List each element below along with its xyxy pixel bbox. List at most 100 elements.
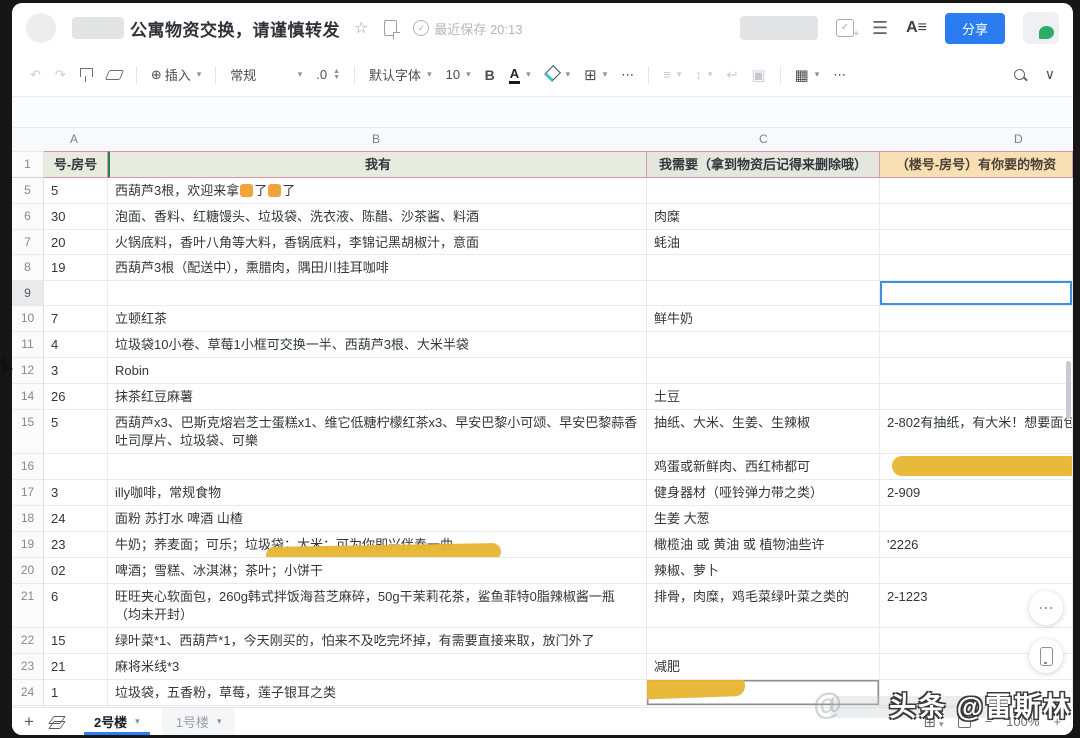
cell-d11[interactable]: [880, 332, 1073, 358]
cell-c14[interactable]: 土豆: [647, 384, 880, 410]
cell-b18[interactable]: 面粉 苏打水 啤酒 山楂: [108, 506, 647, 532]
text-style-icon[interactable]: A≡: [906, 19, 927, 37]
column-header-a[interactable]: A: [70, 132, 78, 146]
task-add-icon[interactable]: ✓: [836, 19, 854, 37]
cell-d18[interactable]: [880, 506, 1073, 532]
cell-c20[interactable]: 辣椒、萝卜: [647, 558, 880, 584]
cell-d10[interactable]: [880, 306, 1073, 332]
search-icon[interactable]: [1014, 69, 1025, 80]
fill-color-button[interactable]: ▾: [545, 67, 571, 82]
cell-c21[interactable]: 排骨，肉糜，鸡毛菜绿叶菜之类的: [647, 584, 880, 629]
cell-c17[interactable]: 健身器材（哑铃弹力带之类）: [647, 480, 880, 506]
cell-a5[interactable]: 5: [44, 178, 108, 204]
cell-c16[interactable]: 鸡蛋或新鲜肉、西红柿都可: [647, 454, 880, 480]
cell-b12[interactable]: Robin: [108, 358, 647, 384]
cell-d15[interactable]: 2-802有抽纸，有大米！想要面包: [880, 410, 1073, 455]
cell-a23[interactable]: 21: [44, 654, 108, 680]
cell-c7[interactable]: 蚝油: [647, 230, 880, 256]
cell-c23[interactable]: 减肥: [647, 654, 880, 680]
cell-c22[interactable]: [647, 628, 880, 654]
vertical-align-button[interactable]: ↕▾: [695, 67, 712, 82]
cell-c5[interactable]: [647, 178, 880, 204]
chart-button[interactable]: ▦▾: [795, 66, 820, 84]
cell-b11[interactable]: 垃圾袋10小卷、草莓1小框可交换一半、西葫芦3根、大米半袋: [108, 332, 647, 358]
undo-icon[interactable]: ↶: [30, 67, 41, 83]
cell-d9[interactable]: [880, 281, 1073, 306]
cell-d17[interactable]: 2-909: [880, 480, 1073, 506]
mobile-view-fab[interactable]: [1029, 639, 1063, 673]
cell-b21[interactable]: 旺旺夹心软面包，260g韩式拌饭海苔芝麻碎，50g干茉莉花茶，鲨鱼菲特0脂辣椒酱…: [108, 584, 647, 629]
cell-a17[interactable]: 3: [44, 480, 108, 506]
borders-button[interactable]: ⊞▾: [584, 66, 607, 84]
cell-a10[interactable]: 7: [44, 306, 108, 332]
sheet-list-icon[interactable]: [50, 716, 62, 728]
menu-icon[interactable]: ☰: [872, 18, 888, 39]
cell-b19[interactable]: 牛奶；荞麦面；可乐；垃圾袋；大米；可为你即兴伴奏一曲: [108, 532, 647, 558]
cell-b14[interactable]: 抹茶红豆麻薯: [108, 384, 647, 410]
header-cell-ineed[interactable]: 我需要（拿到物资后记得来删除哦）: [647, 151, 880, 178]
align-button[interactable]: ≡▾: [663, 67, 681, 82]
more-actions-fab[interactable]: ⋯: [1029, 591, 1063, 625]
cell-a16[interactable]: [44, 454, 108, 480]
cell-c11[interactable]: [647, 332, 880, 358]
cell-a19[interactable]: 23: [44, 532, 108, 558]
cell-c9[interactable]: [647, 281, 880, 306]
cell-a22[interactable]: 15: [44, 628, 108, 654]
cell-a15[interactable]: 5: [44, 410, 108, 455]
cell-d7[interactable]: [880, 230, 1073, 256]
cell-c10[interactable]: 鲜牛奶: [647, 306, 880, 332]
eraser-icon[interactable]: [107, 70, 122, 80]
share-button[interactable]: 分享: [945, 13, 1005, 44]
font-size-select[interactable]: 10▾: [446, 67, 471, 82]
cell-d6[interactable]: [880, 204, 1073, 230]
cell-b24[interactable]: 垃圾袋，五香粉，草莓，莲子银耳之类: [108, 680, 647, 706]
vertical-scrollbar[interactable]: [1066, 361, 1071, 419]
cell-a12[interactable]: 3: [44, 358, 108, 384]
cell-b9[interactable]: [108, 281, 647, 306]
column-header-c[interactable]: C: [759, 132, 768, 146]
cell-a18[interactable]: 24: [44, 506, 108, 532]
cell-b16[interactable]: [108, 454, 647, 480]
star-icon[interactable]: ☆: [354, 18, 368, 38]
column-header-b[interactable]: B: [372, 132, 380, 146]
wechat-icon[interactable]: [1023, 12, 1059, 44]
format-painter-icon[interactable]: [80, 72, 93, 77]
column-header-d[interactable]: D: [1014, 132, 1023, 146]
number-format-select[interactable]: 常规▾: [230, 65, 302, 84]
cell-b17[interactable]: illy咖啡，常规食物: [108, 480, 647, 506]
font-color-button[interactable]: A▾: [509, 66, 531, 84]
cell-d16[interactable]: [880, 454, 1073, 480]
cell-b20[interactable]: 啤酒；雪糕、冰淇淋；茶叶；小饼干: [108, 558, 647, 584]
header-cell-room[interactable]: 号-房号: [44, 151, 108, 178]
collapse-toolbar-icon[interactable]: ∨: [1045, 66, 1055, 83]
decimal-stepper[interactable]: .0▲▼: [316, 67, 340, 82]
document-title[interactable]: 公寓物资交换，请谨慎转发: [72, 16, 340, 41]
cell-d14[interactable]: [880, 384, 1073, 410]
more-format-icon[interactable]: ⋯: [621, 67, 634, 83]
cell-d5[interactable]: [880, 178, 1073, 204]
insert-button[interactable]: ⊕ 插入▾: [151, 65, 201, 84]
cell-a20[interactable]: 02: [44, 558, 108, 584]
cell-d19[interactable]: '2226: [880, 532, 1073, 558]
cell-c18[interactable]: 生姜 大葱: [647, 506, 880, 532]
cell-a7[interactable]: 20: [44, 230, 108, 256]
cell-a8[interactable]: 19: [44, 255, 108, 281]
cell-b15[interactable]: 西葫芦x3、巴斯克熔岩芝士蛋糕x1、维它低糖柠檬红茶x3、早安巴黎小可颂、早安巴…: [108, 410, 647, 455]
cell-d20[interactable]: [880, 558, 1073, 584]
cell-c8[interactable]: [647, 255, 880, 281]
add-sheet-button[interactable]: +: [24, 712, 34, 732]
cell-b5[interactable]: 西葫芦3根，欢迎来拿了了: [108, 178, 647, 204]
cell-b6[interactable]: 泡面、香料、红糖馒头、垃圾袋、洗衣液、陈醋、沙茶酱、料酒: [108, 204, 647, 230]
header-cell-whohas[interactable]: （楼号-房号）有你要的物资: [880, 151, 1073, 178]
cell-a9[interactable]: [44, 281, 108, 306]
cell-c6[interactable]: 肉糜: [647, 204, 880, 230]
merge-cells-button[interactable]: ▣: [751, 66, 765, 84]
font-select[interactable]: 默认字体▾: [369, 65, 432, 84]
text-wrap-button[interactable]: ↩: [726, 67, 737, 83]
cell-b8[interactable]: 西葫芦3根（配送中），熏腊肉，隅田川挂耳咖啡: [108, 255, 647, 281]
cell-b23[interactable]: 麻将米线*3: [108, 654, 647, 680]
cell-c12[interactable]: [647, 358, 880, 384]
cell-d12[interactable]: [880, 358, 1073, 384]
copy-page-icon[interactable]: [384, 20, 397, 36]
sheet-tab-building1[interactable]: 1号楼▾: [162, 708, 236, 735]
